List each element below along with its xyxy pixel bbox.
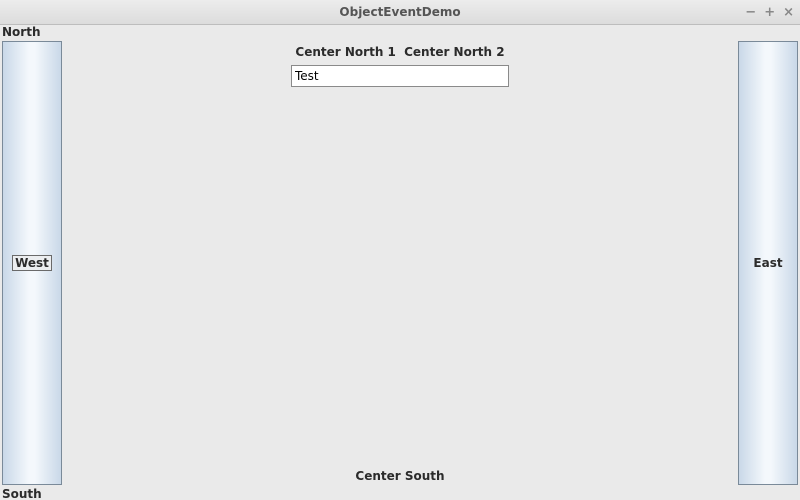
window-title: ObjectEventDemo (339, 5, 460, 19)
west-panel[interactable]: West (2, 41, 62, 485)
maximize-icon[interactable]: + (764, 5, 775, 20)
client-area: North West East Center North 1 Center No… (0, 25, 800, 500)
center-text-input[interactable] (291, 65, 509, 87)
center-input-wrap (62, 65, 738, 87)
window-controls: − + × (745, 0, 794, 24)
center-north-2-label: Center North 2 (404, 45, 504, 59)
center-south-label: Center South (62, 469, 738, 483)
close-icon[interactable]: × (783, 5, 794, 20)
north-label: North (2, 25, 40, 39)
titlebar: ObjectEventDemo − + × (0, 0, 800, 25)
center-panel: Center North 1 Center North 2 Center Sou… (62, 41, 738, 485)
east-label: East (753, 256, 782, 270)
east-panel[interactable]: East (738, 41, 798, 485)
center-north-1-label: Center North 1 (295, 45, 395, 59)
west-label: West (12, 255, 52, 271)
south-label: South (2, 487, 42, 500)
minimize-icon[interactable]: − (745, 5, 756, 20)
center-north-row: Center North 1 Center North 2 (62, 45, 738, 59)
